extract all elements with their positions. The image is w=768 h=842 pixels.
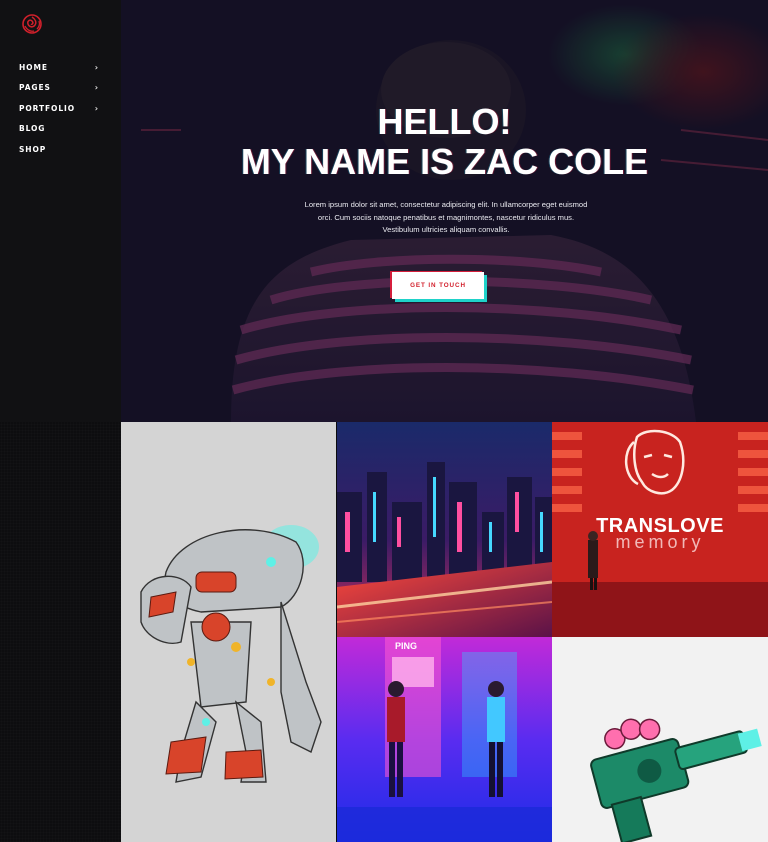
nav-item-shop[interactable]: SHOP [19, 139, 101, 160]
hero-section: HELLO! MY NAME IS ZAC COLE Lorem ipsum d… [121, 0, 768, 422]
chevron-right-icon: › [94, 103, 99, 113]
nav-item-label: HOME [19, 62, 48, 72]
hero-title-line-2: MY NAME IS ZAC COLE [240, 141, 649, 182]
arcade-sign: PING [395, 641, 418, 651]
portfolio-item-blaster[interactable] [552, 637, 768, 842]
hero-title-line-1: HELLO! [377, 101, 512, 142]
arcade-scene-image [337, 637, 552, 842]
portfolio-item-neon-city[interactable] [337, 422, 552, 637]
translove-subtitle: memory [615, 532, 705, 552]
portfolio-item-mech-sketch[interactable] [121, 422, 336, 842]
nav-item-pages[interactable]: PAGES › [19, 78, 101, 99]
main-nav: HOME › PAGES › PORTFOLIO › BLOG SHOP [19, 57, 101, 160]
nav-item-label: PAGES [19, 83, 51, 93]
nav-item-portfolio[interactable]: PORTFOLIO › [19, 98, 101, 119]
sidebar: HOME › PAGES › PORTFOLIO › BLOG SHOP [0, 0, 121, 842]
get-in-touch-button[interactable]: GET IN TOUCH [392, 272, 484, 299]
nav-item-home[interactable]: HOME › [19, 57, 101, 78]
chevron-right-icon: › [94, 62, 99, 72]
nav-item-label: SHOP [19, 144, 47, 154]
blaster-illustration-image [552, 637, 768, 842]
hero-description: Lorem ipsum dolor sit amet, consectetur … [304, 200, 588, 235]
mech-illustration-image [121, 422, 336, 842]
portfolio-item-arcade[interactable]: PING [337, 637, 552, 842]
nav-item-blog[interactable]: BLOG [19, 119, 101, 140]
portfolio-item-translove-memory[interactable]: TRANSLOVE memory [552, 422, 768, 637]
nav-item-label: PORTFOLIO [19, 103, 75, 113]
neon-city-image [337, 422, 552, 637]
rose-logo-icon[interactable] [20, 12, 44, 36]
nav-item-label: BLOG [19, 124, 46, 134]
chevron-right-icon: › [94, 83, 99, 93]
